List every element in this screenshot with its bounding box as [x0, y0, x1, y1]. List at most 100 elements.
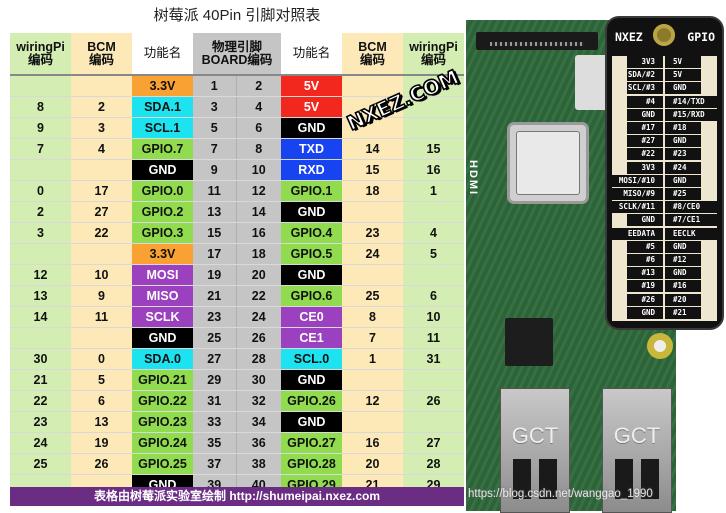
physical-pin-left-cell: 37 — [193, 453, 237, 475]
card-label: GPIO — [687, 30, 715, 44]
table-row: 25 26 GPIO.25 37 38 GPIO.28 20 28 — [10, 453, 464, 475]
physical-pin-left-cell: 25 — [193, 327, 237, 349]
wiringpi-right-cell — [403, 201, 464, 223]
bcm-right-cell: 14 — [342, 138, 403, 160]
bcm-right-cell: 18 — [342, 180, 403, 202]
card-pin-left-label: GND — [627, 214, 663, 227]
bcm-left-cell: 2 — [71, 96, 132, 118]
function-left-cell: GPIO.25 — [132, 453, 193, 475]
wiringpi-right-cell: 1 — [403, 180, 464, 202]
card-pin-right-label: #23 — [665, 148, 701, 161]
card-pin-right-label: #14/TXD — [665, 95, 717, 108]
function-right-cell: TXD — [281, 138, 342, 160]
card-pin-left-label: #13 — [627, 267, 663, 280]
function-right-cell: GPIO.5 — [281, 243, 342, 265]
bcm-left-cell: 10 — [71, 264, 132, 286]
wiringpi-right-cell — [403, 117, 464, 139]
card-pin-right-label: #15/RXD — [665, 108, 717, 121]
physical-pin-right-cell: 20 — [236, 264, 281, 286]
function-left-cell: GPIO.3 — [132, 222, 193, 244]
function-right-cell: GND — [281, 117, 342, 139]
bcm-left-cell: 22 — [71, 222, 132, 244]
wiringpi-left-cell: 30 — [10, 348, 71, 370]
function-right-cell: 5V — [281, 96, 342, 118]
function-right-cell: GPIO.4 — [281, 222, 342, 244]
bcm-right-cell: 8 — [342, 306, 403, 328]
wiringpi-left-cell: 3 — [10, 222, 71, 244]
function-right-cell: CE0 — [281, 306, 342, 328]
soc-chip — [510, 125, 586, 201]
function-right-cell: GND — [281, 369, 342, 391]
function-left-cell: SCL.1 — [132, 117, 193, 139]
card-pin-row: MISO/#9 #25 — [611, 188, 717, 201]
card-pin-left-label: #4 — [627, 95, 663, 108]
bcm-left-cell: 6 — [71, 390, 132, 412]
physical-pin-left-cell: 33 — [193, 411, 237, 433]
bcm-left-cell: 17 — [71, 180, 132, 202]
physical-pin-left-cell: 15 — [193, 222, 237, 244]
bcm-left-cell — [71, 75, 132, 97]
bcm-left-cell: 4 — [71, 138, 132, 160]
wiringpi-left-cell: 9 — [10, 117, 71, 139]
hdmi-label: HDMI — [467, 160, 479, 197]
card-pin-right-label: 5V — [665, 69, 701, 82]
card-pin-left-label: #27 — [627, 135, 663, 148]
card-pin-left-label: #17 — [627, 122, 663, 134]
wiringpi-left-cell: 22 — [10, 390, 71, 412]
usb-brand: GCT — [613, 423, 661, 448]
usb-controller-chip — [505, 318, 553, 366]
header-bcm-left: BCM 编码 — [71, 33, 132, 76]
physical-pin-left-cell: 7 — [193, 138, 237, 160]
physical-pin-left-cell: 19 — [193, 264, 237, 286]
card-pin-row: #27 GND — [612, 135, 717, 148]
table-row: 0 17 GPIO.0 11 12 GPIO.1 18 1 — [10, 180, 464, 202]
table-row: 2 27 GPIO.2 13 14 GND — [10, 201, 464, 223]
card-pin-left-label: GND — [627, 306, 663, 319]
card-pin-row: #6 #12 — [612, 254, 717, 267]
function-left-cell: GPIO.22 — [132, 390, 193, 412]
card-pin-right-label: 5V — [665, 56, 701, 68]
physical-pin-left-cell: 35 — [193, 432, 237, 454]
physical-pin-right-cell: 2 — [236, 75, 281, 97]
header-physical-pin: 物理引脚 BOARD编码 — [193, 33, 281, 76]
bcm-right-cell: 23 — [342, 222, 403, 244]
physical-pin-right-cell: 32 — [236, 390, 281, 412]
table-row: GND 25 26 CE1 7 11 — [10, 327, 464, 349]
function-left-cell: GPIO.21 — [132, 369, 193, 391]
table-row: 30 0 SDA.0 27 28 SCL.0 1 31 — [10, 348, 464, 370]
physical-pin-left-cell: 13 — [193, 201, 237, 223]
physical-pin-left-cell: 27 — [193, 348, 237, 370]
table-row: 24 19 GPIO.24 35 36 GPIO.27 16 27 — [10, 432, 464, 454]
function-right-cell: GND — [281, 264, 342, 286]
table-row: 14 11 SCLK 23 24 CE0 8 10 — [10, 306, 464, 328]
card-pin-right-label: GND — [665, 135, 701, 148]
usb-brand: GCT — [511, 423, 559, 448]
card-pin-row: EEDATA EECLK — [611, 227, 717, 241]
wiringpi-right-cell — [403, 411, 464, 433]
card-pin-right-label: #7/CE1 — [665, 214, 717, 227]
card-pin-list: 3V3 5V SDA/#2 5V SCL/#3 GND #4 #14/TXD GND #15/RX… — [611, 56, 717, 321]
card-pin-right-label: #8/CE0 — [665, 201, 717, 214]
physical-pin-right-cell: 4 — [236, 96, 281, 118]
bcm-right-cell: 20 — [342, 453, 403, 475]
card-pin-row: 3V3 #24 — [612, 161, 717, 175]
bcm-right-cell: 25 — [342, 285, 403, 307]
function-left-cell: GPIO.7 — [132, 138, 193, 160]
card-pin-left-label: SCL/#3 — [627, 82, 663, 95]
physical-pin-left-cell: 23 — [193, 306, 237, 328]
bcm-left-cell: 5 — [71, 369, 132, 391]
card-pin-right-label: #18 — [665, 122, 701, 134]
physical-pin-right-cell: 22 — [236, 285, 281, 307]
wiringpi-left-cell: 7 — [10, 138, 71, 160]
wiringpi-right-cell: 4 — [403, 222, 464, 244]
table-row: GND 9 10 RXD 15 16 — [10, 159, 464, 181]
bcm-right-cell: 15 — [342, 159, 403, 181]
table-row: 9 3 SCL.1 5 6 GND — [10, 117, 464, 139]
physical-pin-left-cell: 29 — [193, 369, 237, 391]
header-function-right: 功能名 — [281, 33, 342, 76]
card-pin-left-label: #19 — [627, 280, 663, 293]
source-watermark: https://blog.csdn.net/wanggao_1990 — [468, 488, 653, 500]
bcm-right-cell — [342, 264, 403, 286]
bcm-right-cell: 1 — [342, 348, 403, 370]
bcm-left-cell: 11 — [71, 306, 132, 328]
